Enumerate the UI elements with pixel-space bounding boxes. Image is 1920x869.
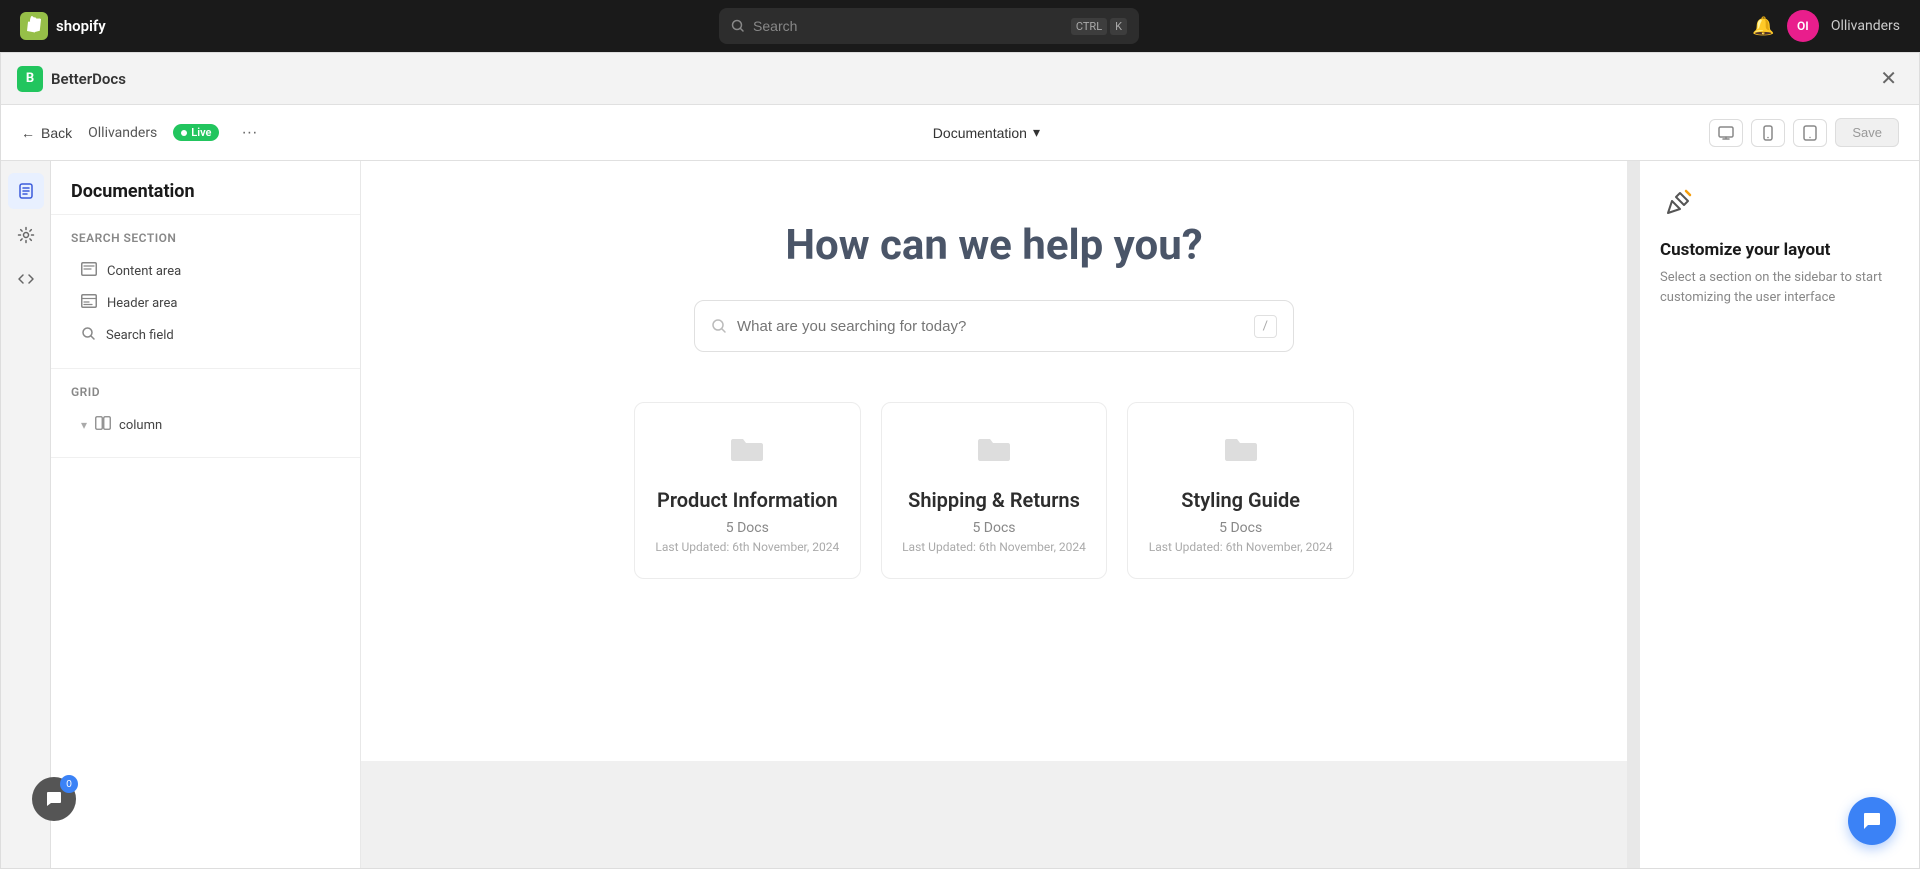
search-shortcut: CTRL K (1071, 18, 1127, 35)
header-area-icon (81, 294, 97, 312)
left-panel-header: Documentation (51, 161, 360, 215)
shopify-topbar: shopify CTRL K 🔔 OI Ollivanders (0, 0, 1920, 52)
app-header-left: B BetterDocs (17, 66, 126, 92)
doc-card-0[interactable]: Product Information 5 Docs Last Updated:… (634, 402, 861, 579)
user-name-label: Ollivanders (1831, 18, 1900, 34)
header-area-label: Header area (107, 296, 177, 311)
left-panel-title: Documentation (71, 181, 340, 202)
left-panel: Documentation Search section Content are… (51, 161, 361, 868)
sidebar-settings-icon[interactable] (8, 217, 44, 253)
search-field-item[interactable]: Search field (71, 319, 340, 352)
doc-card-1[interactable]: Shipping & Returns 5 Docs Last Updated: … (881, 402, 1108, 579)
shopify-search-icon (731, 19, 745, 33)
documentation-dropdown-button[interactable]: Documentation ▾ (933, 124, 1040, 141)
store-name-label: Ollivanders (88, 125, 157, 141)
editor-header-left: ← Back Ollivanders Live ··· (21, 122, 263, 144)
doc-card-updated-0: Last Updated: 6th November, 2024 (655, 540, 839, 554)
app-logo: B BetterDocs (17, 66, 126, 92)
content-area-item[interactable]: Content area (71, 255, 340, 287)
right-panel-description: Select a section on the sidebar to start… (1660, 268, 1899, 307)
shopify-bar-right: 🔔 OI Ollivanders (1752, 10, 1900, 42)
editor-header-center: Documentation ▾ (933, 124, 1040, 141)
slash-keyboard-hint: / (1254, 315, 1277, 338)
search-section-group: Search section Content area (51, 215, 360, 369)
shopify-search-bar[interactable]: CTRL K (719, 8, 1139, 44)
doc-card-count-1: 5 Docs (972, 520, 1015, 536)
search-field-label: Search field (106, 328, 174, 343)
chat-support-button[interactable] (1848, 797, 1896, 845)
column-chevron-icon: ▾ (81, 418, 87, 432)
doc-card-title-2: Styling Guide (1181, 488, 1300, 512)
editor-header: ← Back Ollivanders Live ··· Documentatio… (1, 105, 1919, 161)
grid-column-item[interactable]: ▾ column (71, 409, 340, 441)
preview-search-icon (711, 318, 727, 334)
icon-sidebar (1, 161, 51, 868)
doc-card-updated-1: Last Updated: 6th November, 2024 (902, 540, 1086, 554)
right-panel: Customize your layout Select a section o… (1639, 161, 1919, 868)
app-header: B BetterDocs ✕ (1, 53, 1919, 105)
tablet-icon (1802, 125, 1818, 141)
mobile-view-button[interactable] (1751, 119, 1785, 147)
preview-area: How can we help you? / (361, 161, 1639, 868)
doc-card-folder-icon-1 (976, 433, 1012, 472)
preview-scrollbar[interactable] (1627, 161, 1639, 868)
doc-card-title-1: Shipping & Returns (908, 488, 1080, 512)
more-options-button[interactable]: ··· (235, 122, 263, 144)
search-field-icon (81, 326, 96, 345)
editor-body: Documentation Search section Content are… (1, 161, 1919, 868)
notification-button[interactable]: 0 (32, 777, 76, 821)
docs-grid: Product Information 5 Docs Last Updated:… (634, 402, 1354, 579)
back-button[interactable]: ← Back (21, 125, 72, 141)
chat-icon (1861, 810, 1883, 832)
app-window: B BetterDocs ✕ ← Back Ollivanders Live ·… (0, 52, 1920, 869)
live-dot-indicator (181, 130, 187, 136)
doc-card-count-2: 5 Docs (1219, 520, 1262, 536)
editor-header-right: Save (1709, 118, 1899, 147)
content-area-icon (81, 262, 97, 280)
doc-card-title-0: Product Information (657, 488, 838, 512)
preview-frame: How can we help you? / (361, 161, 1627, 761)
doc-card-count-0: 5 Docs (726, 520, 769, 536)
dropdown-chevron-icon: ▾ (1033, 124, 1040, 141)
sidebar-code-icon[interactable] (8, 261, 44, 297)
preview-search-input[interactable] (737, 318, 1244, 335)
doc-card-2[interactable]: Styling Guide 5 Docs Last Updated: 6th N… (1127, 402, 1354, 579)
shopify-logo: shopify (20, 12, 106, 40)
mobile-icon (1760, 125, 1776, 141)
app-title: BetterDocs (51, 70, 126, 88)
column-grid-icon (95, 416, 111, 434)
tablet-view-button[interactable] (1793, 119, 1827, 147)
doc-card-folder-icon-2 (1223, 433, 1259, 472)
right-panel-title: Customize your layout (1660, 240, 1899, 260)
shopify-wordmark: shopify (56, 17, 106, 35)
shopify-search-input[interactable] (753, 18, 1063, 34)
back-arrow-icon: ← (21, 125, 35, 141)
notification-count-badge: 0 (60, 775, 78, 793)
app-logo-icon: B (17, 66, 43, 92)
desktop-icon (1718, 125, 1734, 141)
customize-layout-icon (1660, 185, 1899, 228)
live-status-badge: Live (173, 124, 219, 141)
preview-scroll[interactable]: How can we help you? / (361, 161, 1627, 868)
notification-bell-button[interactable]: 🔔 (1752, 16, 1774, 37)
grid-label: Grid (71, 385, 340, 399)
search-section-label: Search section (71, 231, 340, 245)
doc-card-updated-2: Last Updated: 6th November, 2024 (1149, 540, 1333, 554)
grid-section-group: Grid ▾ column (51, 369, 360, 458)
desktop-view-button[interactable] (1709, 119, 1743, 147)
preview-search-bar[interactable]: / (694, 300, 1294, 352)
app-close-button[interactable]: ✕ (1874, 64, 1903, 93)
preview-hero-title: How can we help you? (785, 221, 1202, 270)
sidebar-pages-icon[interactable] (8, 173, 44, 209)
chat-bubble-icon (45, 790, 63, 808)
content-area-label: Content area (107, 264, 181, 279)
column-label: column (119, 418, 162, 433)
notification-wrapper: 0 (16, 801, 60, 845)
doc-card-folder-icon-0 (729, 433, 765, 472)
header-area-item[interactable]: Header area (71, 287, 340, 319)
user-avatar: OI (1787, 10, 1819, 42)
save-button[interactable]: Save (1835, 118, 1899, 147)
